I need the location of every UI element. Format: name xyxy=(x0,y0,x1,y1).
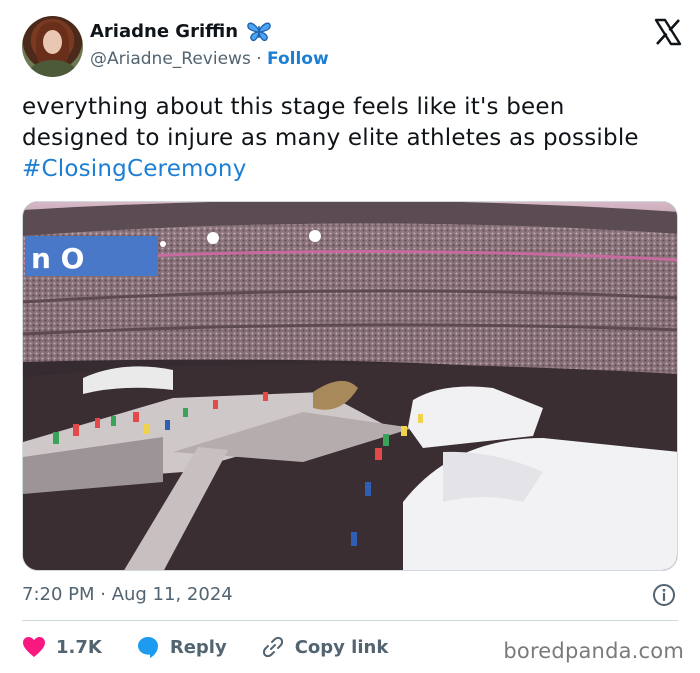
link-icon xyxy=(262,636,283,658)
display-name[interactable]: Ariadne Griffin xyxy=(90,21,238,42)
tweet-text: everything about this stage feels like i… xyxy=(22,92,662,185)
tweet-header: Ariadne Griffin @Ariadne_Reviews · Follo… xyxy=(22,16,682,78)
author-handle[interactable]: @Ariadne_Reviews xyxy=(90,49,251,69)
tweet-body: everything about this stage feels like i… xyxy=(22,94,639,151)
handle-separator: · xyxy=(250,49,268,69)
x-logo-icon[interactable] xyxy=(654,18,682,46)
copy-link-button[interactable]: Copy link xyxy=(261,635,389,659)
avatar-face xyxy=(43,30,62,54)
tweet-media[interactable]: n O xyxy=(22,201,678,571)
watermark: boredpanda.com xyxy=(503,639,684,663)
tweet-timestamp[interactable]: 7:20 PM · Aug 11, 2024 xyxy=(22,584,233,605)
reply-button[interactable]: Reply xyxy=(136,635,227,659)
action-bar: 1.7K Reply Copy link xyxy=(22,632,422,662)
avatar-body xyxy=(28,60,78,77)
stadium-photo: n O xyxy=(23,202,677,570)
handle-row: @Ariadne_Reviews · Follow xyxy=(90,49,329,69)
like-button[interactable]: 1.7K xyxy=(22,636,102,658)
name-row: Ariadne Griffin xyxy=(90,20,272,42)
reply-bubble-icon xyxy=(137,637,158,658)
follow-button[interactable]: Follow xyxy=(267,49,329,69)
copy-link-label: Copy link xyxy=(294,636,389,658)
hashtag-link[interactable]: #ClosingCeremony xyxy=(22,156,247,182)
like-count: 1.7K xyxy=(56,636,102,658)
heart-icon xyxy=(23,637,45,657)
screen-text: n O xyxy=(31,242,84,275)
info-icon[interactable] xyxy=(652,583,676,607)
reply-label: Reply xyxy=(169,636,227,658)
butterfly-icon xyxy=(247,22,271,42)
avatar[interactable] xyxy=(22,16,83,77)
divider xyxy=(22,620,678,621)
